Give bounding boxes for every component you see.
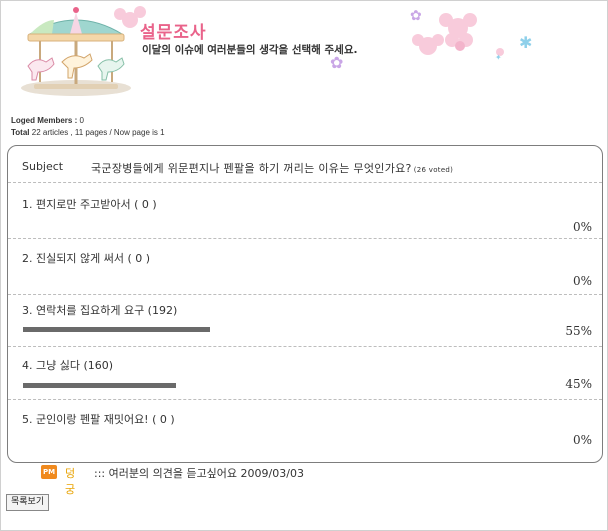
svg-text:✱: ✱ [519, 33, 532, 52]
total-pages: 11 pages / Now page is [74, 128, 158, 137]
poll-option: 4. 그냥 싫다 (160) 45% [8, 346, 602, 402]
option-label: 3. 연락처를 집요하게 요구 (192) [22, 304, 178, 317]
logged-members: Loged Members : 0 [11, 116, 84, 125]
option-percent: 0% [572, 220, 592, 234]
poll-option: 1. 편지로만 주고받아서 ( 0 ) 0% [8, 182, 602, 238]
poll-option: 3. 연락처를 집요하게 요구 (192) 55% [8, 294, 602, 350]
poll-question: 국군장병들에게 위문편지나 펜팔을 하기 꺼리는 이유는 무엇인가요? (26 v… [91, 160, 453, 176]
comment-author[interactable]: 덩궁 [65, 465, 75, 497]
option-percent: 45% [565, 377, 592, 391]
svg-text:✦: ✦ [495, 53, 502, 62]
vote-count: (26 voted) [413, 166, 454, 174]
option-bar [23, 327, 210, 332]
option-label: 2. 진실되지 않게 써서 ( 0 ) [22, 252, 151, 265]
poll-option: 2. 진실되지 않게 써서 ( 0 ) 0% [8, 238, 602, 294]
logged-members-count: 0 [79, 116, 84, 125]
carousel-icon [21, 7, 131, 96]
total-label: Total [11, 128, 30, 137]
current-page: 1 [160, 128, 165, 137]
option-label: 4. 그냥 싫다 (160) [22, 359, 114, 372]
total-articles: 22 articles , [31, 128, 73, 137]
subject-label: Subject [22, 160, 64, 173]
page-subtitle: 이달의 이슈에 여러분들의 생각을 선택해 주세요. [142, 44, 358, 56]
header-banner: ✿ ✿ ✱ ✦ 설문조사 이달의 이슈에 여러분들의 생각을 선택해 주세요. [0, 0, 608, 108]
poll-question-text: 국군장병들에게 위문편지나 펜팔을 하기 꺼리는 이유는 무엇인가요? [91, 162, 412, 175]
comment-text: ::: 여러분의 의견을 듣고싶어요 2009/03/03 [94, 467, 304, 480]
pm-icon[interactable]: PM [41, 465, 57, 479]
poll-subject-row: Subject 국군장병들에게 위문편지나 펜팔을 하기 꺼리는 이유는 무엇인… [20, 160, 590, 182]
option-percent: 0% [572, 433, 592, 447]
option-bar [23, 383, 176, 388]
svg-text:✿: ✿ [410, 8, 422, 24]
list-view-button[interactable]: 목록보기 [6, 494, 50, 511]
page-title: 설문조사 [140, 23, 207, 43]
option-percent: 55% [565, 324, 592, 338]
poll-option: 5. 군인이랑 펜팔 재밋어요! ( 0 ) 0% [8, 399, 602, 455]
logged-members-label: Loged Members : [11, 116, 78, 125]
option-label: 5. 군인이랑 펜팔 재밋어요! ( 0 ) [22, 413, 175, 426]
poll-panel: Subject 국군장병들에게 위문편지나 펜팔을 하기 꺼리는 이유는 무엇인… [7, 145, 603, 463]
option-label: 1. 편지로만 주고받아서 ( 0 ) [22, 198, 157, 211]
option-percent: 0% [572, 274, 592, 288]
article-stats: Total 22 articles , 11 pages / Now page … [11, 128, 165, 137]
